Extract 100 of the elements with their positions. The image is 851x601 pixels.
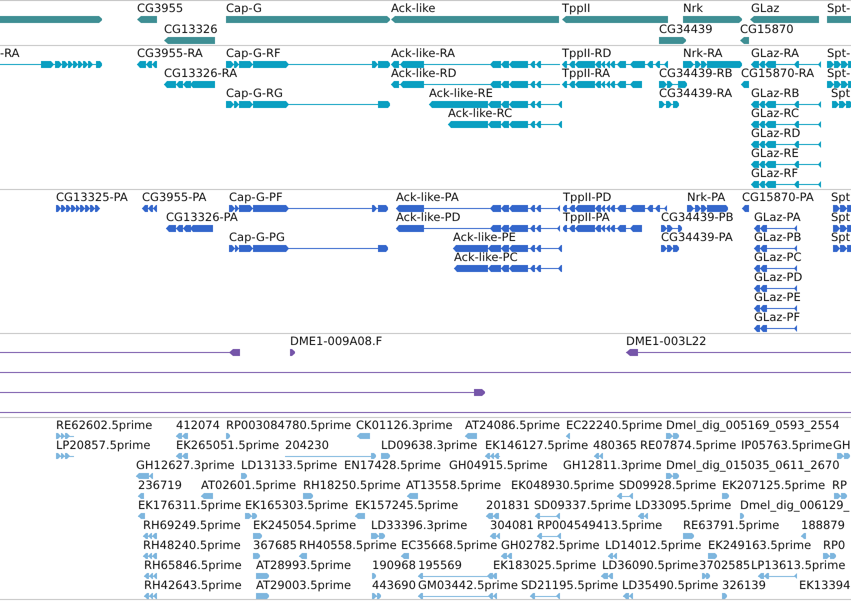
transcript-label: Ack-like-RE — [429, 87, 493, 99]
transcript-label: Ack-like-RD — [391, 67, 457, 79]
est-label: GM03442.5prime — [418, 579, 518, 591]
est-label: 480365 — [593, 439, 637, 451]
est-label: 326139 — [722, 579, 766, 591]
protein-label: Nrk-PA — [687, 191, 726, 203]
gene-label: Spt- — [827, 2, 850, 14]
est-label: RH42643.5prime — [144, 579, 242, 591]
transcript-label: Spt- — [827, 47, 850, 59]
protein-label: Ack-like-PC — [454, 251, 518, 263]
est-label: RP0 — [823, 539, 846, 551]
est-label: 188879 — [801, 519, 845, 531]
transcript-label: CG15870-RA — [741, 67, 814, 79]
est-label: AT02601.5prime — [201, 479, 296, 491]
est-label: RH48240.5prime — [143, 539, 241, 551]
transcript-label: -RA — [0, 47, 20, 59]
est-label: EC22240.5prime — [566, 419, 662, 431]
est-label: Dmel_dig_015035_0611_2670 — [666, 459, 840, 471]
transcript-label: GLaz-RA — [751, 47, 799, 59]
protein-label: Spt — [831, 211, 850, 223]
protein-label: CG34439-PA — [661, 231, 733, 243]
protein-label: Ack-like-PA — [396, 191, 459, 203]
est-label: RH69249.5prime — [143, 519, 241, 531]
est-label: GH12811.3prime — [563, 459, 662, 471]
transcript-label: TppII-RD — [562, 47, 612, 59]
est-label: 236719 — [138, 479, 182, 491]
gene-label: CG13326 — [164, 23, 218, 35]
transcript-label: Ack-like-RA — [391, 47, 456, 59]
est-label: RE07874.5prime — [640, 439, 736, 451]
protein-label: TppII-PA — [563, 211, 610, 223]
transcript-label: GLaz-RC — [751, 107, 799, 119]
est-label: GH — [833, 439, 851, 451]
protein-label: Cap-G-PF — [229, 191, 283, 203]
transcript-label: GLaz-RE — [751, 147, 799, 159]
est-label: LD33095.5prime — [635, 499, 732, 511]
gene-label: Nrk — [683, 2, 703, 14]
est-label: RH18250.5prime — [303, 479, 401, 491]
protein-label: GLaz-PF — [754, 311, 800, 323]
protein-label: CG3955-PA — [142, 191, 206, 203]
est-label: SD21195.5prime — [521, 579, 618, 591]
est-label: AT13558.5prime — [406, 479, 502, 491]
est-label: 201831 — [486, 499, 530, 511]
protein-label: GLaz-PC — [754, 251, 802, 263]
est-label: LD33396.3prime — [371, 519, 468, 531]
transcript-label: CG13326-RA — [164, 67, 238, 79]
est-label: AT28993.5prime — [256, 559, 352, 571]
protein-label: CG34439-PB — [661, 211, 734, 223]
est-label: RE62602.5prime — [56, 419, 152, 431]
est-label: EK165303.5prime — [245, 499, 348, 511]
est-label: Dmel_dig_005169_0593_2554 — [666, 419, 840, 431]
transcript-label: Cap-G-RG — [226, 87, 283, 99]
gene-label: CG15870 — [740, 23, 794, 35]
gene-label: Ack-like — [391, 2, 436, 14]
gene-label: Cap-G — [226, 2, 262, 14]
transcript-label: Nrk-RA — [683, 47, 723, 59]
transcript-label: CG3955-RA — [137, 47, 203, 59]
est-label: RH40558.5prime — [299, 539, 397, 551]
est-label: 304081 — [490, 519, 534, 531]
transcript-label: Spt- — [827, 67, 850, 79]
transcript-label: GLaz-RB — [751, 87, 800, 99]
protein-label: Ack-like-PD — [396, 211, 460, 223]
est-label: GH12627.3prime — [136, 459, 235, 471]
protein-label: CG13326-PA — [166, 211, 238, 223]
protein-label: GLaz-PE — [754, 291, 801, 303]
est-label: LD09638.3prime — [381, 439, 478, 451]
est-label: EK207125.5prime — [722, 479, 826, 491]
protein-label: CG13325-PA — [56, 191, 128, 203]
est-label: EK048930.5prime — [511, 479, 614, 491]
est-label: CK01126.3prime — [356, 419, 453, 431]
protein-label: Spt — [831, 231, 850, 243]
clone-label: DME1-003L22 — [626, 335, 706, 347]
est-label: EK183025.5prime — [493, 559, 596, 571]
transcript-label: GLaz-RD — [751, 127, 800, 139]
protein-label: GLaz-PB — [754, 231, 802, 243]
est-label: EK176311.5prime — [138, 499, 242, 511]
est-label: RP003084780.5prime — [226, 419, 352, 431]
est-label: SD09337.5prime — [534, 499, 632, 511]
est-label: LD13133.5prime — [241, 459, 338, 471]
transcript-label: Cap-G-RF — [226, 47, 281, 59]
est-label: 204230 — [285, 439, 329, 451]
est-label: EC35668.5prime — [401, 539, 498, 551]
protein-label: Cap-G-PG — [229, 231, 285, 243]
protein-label: Spt — [831, 191, 850, 203]
est-label: RE63791.5prime — [683, 519, 780, 531]
protein-label: CG15870-PA — [742, 191, 814, 203]
gene-label: TppII — [562, 2, 590, 14]
est-label: LP20857.5prime — [56, 439, 150, 451]
est-label: LP13613.5prime — [751, 559, 846, 571]
est-label: LD36090.5prime — [602, 559, 698, 571]
gene-label: GLaz — [751, 2, 780, 14]
est-label: 3702585 — [699, 559, 750, 571]
gene-label: CG3955 — [137, 2, 184, 14]
est-label: RP — [832, 479, 847, 491]
est-label: EN17428.5prime — [344, 459, 441, 471]
est-label: RP004549413.5prime — [537, 519, 662, 531]
est-label: LD14012.5prime — [605, 539, 702, 551]
est-label: EK157245.5prime — [355, 499, 458, 511]
transcript-label: GLaz-RF — [751, 167, 798, 179]
est-label: RH65846.5prime — [144, 559, 242, 571]
est-label: EK146127.5prime — [485, 439, 588, 451]
